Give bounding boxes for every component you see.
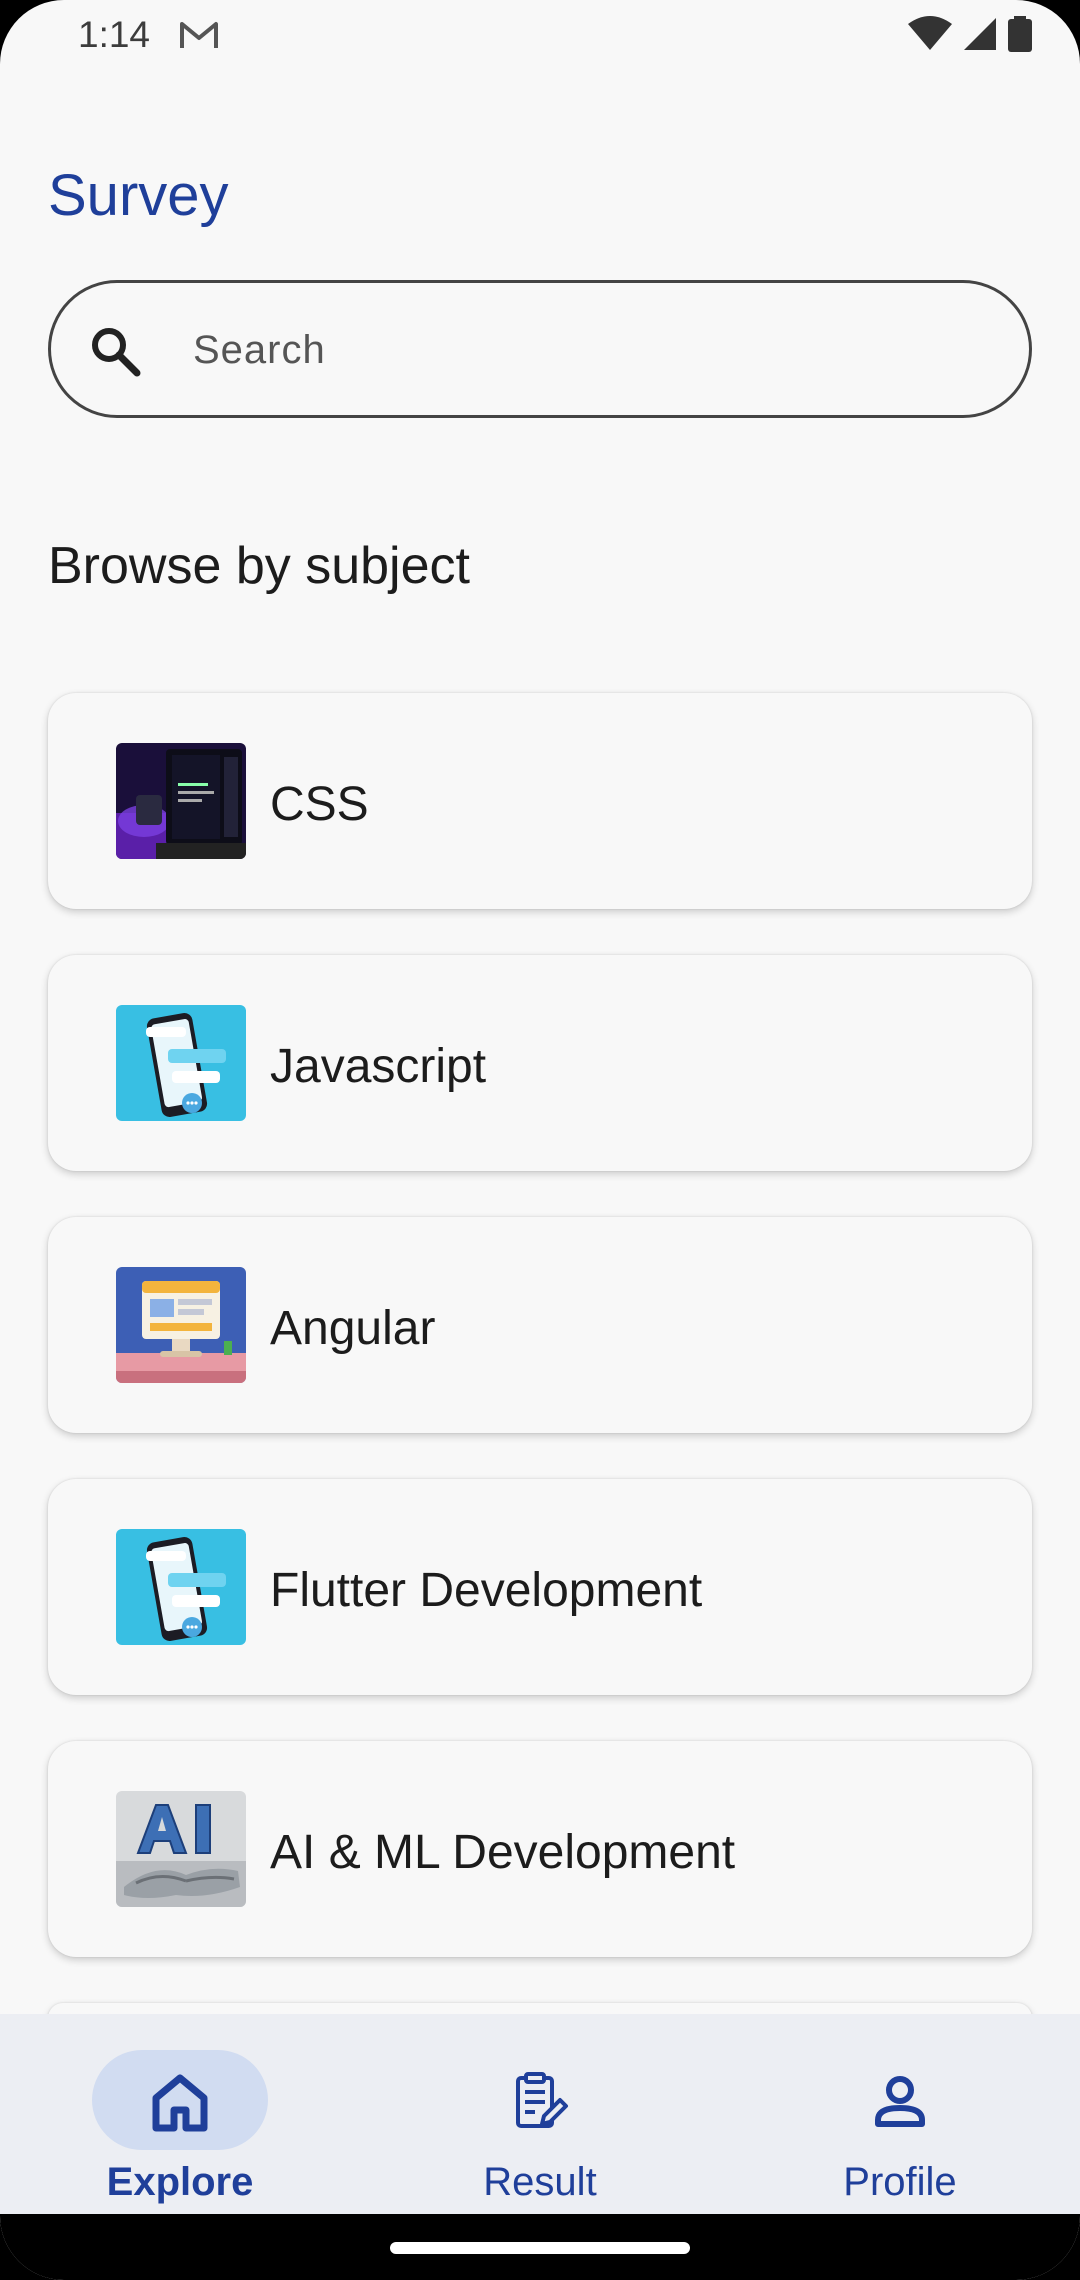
clipboard-edit-icon (516, 2072, 568, 2128)
search-input[interactable] (191, 319, 975, 381)
home-gesture-handle[interactable] (390, 2242, 690, 2254)
wifi-icon (908, 16, 952, 50)
subject-card-flutter-development[interactable]: Flutter Development (48, 1479, 1032, 1695)
gesture-navigation-bar (0, 2214, 1080, 2280)
subject-list: CSS Javascript Angular Flutter Developme… (48, 693, 1032, 2079)
search-icon (92, 328, 141, 377)
phone-chat-image (116, 1529, 246, 1645)
nav-explore[interactable]: Explore (50, 2034, 310, 2204)
status-bar: 1:14 (0, 0, 1080, 70)
subject-label: CSS (270, 778, 369, 831)
bottom-navigation: Explore Result Profile (0, 2014, 1080, 2214)
nav-label-explore: Explore (106, 2160, 254, 2204)
cellular-signal-icon (964, 18, 996, 50)
nav-result[interactable]: Result (410, 2034, 670, 2204)
phone-chat-image (116, 1005, 246, 1121)
subject-label: Flutter Development (270, 1564, 703, 1617)
status-time: 1:14 (78, 14, 151, 55)
subject-label: Javascript (270, 1040, 487, 1093)
subject-label: AI & ML Development (270, 1826, 736, 1879)
subject-card-ai-ml-development[interactable]: AI & ML Development (48, 1741, 1032, 1957)
subject-label: Angular (270, 1302, 436, 1355)
app-screen: 1:14 Survey Browse by subject (0, 0, 1080, 2280)
page-title: Survey (48, 163, 229, 228)
ai-hand-image (116, 1791, 246, 1907)
section-title: Browse by subject (48, 537, 470, 595)
gmail-notification-icon (180, 22, 218, 48)
home-icon (152, 2074, 208, 2132)
laptop-dark-image (116, 743, 246, 859)
search-bar[interactable] (48, 280, 1032, 418)
subject-card-angular[interactable]: Angular (48, 1217, 1032, 1433)
battery-icon (1008, 16, 1032, 52)
nav-profile[interactable]: Profile (770, 2034, 1030, 2204)
desktop-monitor-image (116, 1267, 246, 1383)
subject-card-javascript[interactable]: Javascript (48, 955, 1032, 1171)
nav-label-profile: Profile (843, 2160, 957, 2204)
person-icon (875, 2076, 925, 2127)
subject-card-css[interactable]: CSS (48, 693, 1032, 909)
nav-label-result: Result (483, 2160, 597, 2204)
